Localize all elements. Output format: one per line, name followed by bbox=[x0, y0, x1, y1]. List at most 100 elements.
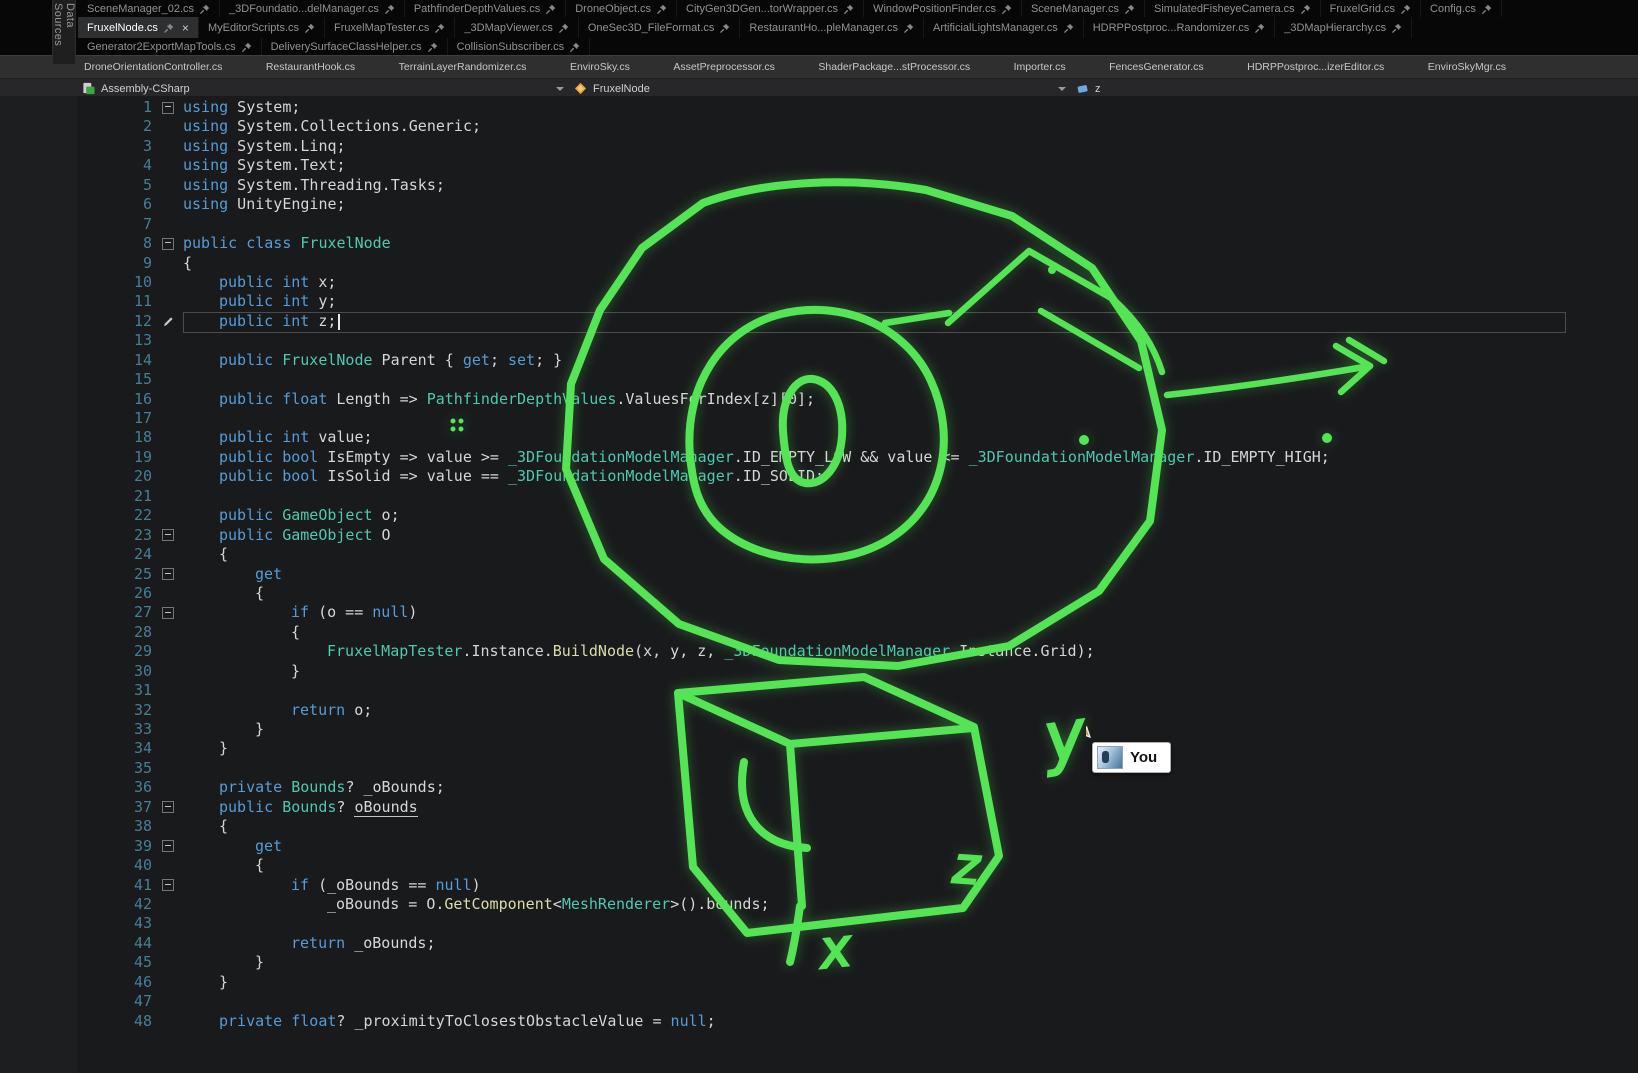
fold-gutter[interactable] bbox=[152, 234, 183, 253]
code-line[interactable]: 39get bbox=[78, 837, 1638, 856]
code-area[interactable]: 1using System;2using System.Collections.… bbox=[78, 98, 1638, 1031]
collapse-box-icon[interactable] bbox=[162, 840, 174, 852]
code-line[interactable]: 25get bbox=[78, 565, 1638, 584]
code-line[interactable]: 10public int x; bbox=[78, 273, 1638, 292]
code-line[interactable]: 48private float? _proximityToClosestObst… bbox=[78, 1012, 1638, 1031]
fold-gutter[interactable] bbox=[152, 526, 183, 545]
code-line[interactable]: 4using System.Text; bbox=[78, 156, 1638, 175]
code-line[interactable]: 3using System.Linq; bbox=[78, 137, 1638, 156]
code-line[interactable]: 1using System; bbox=[78, 98, 1638, 117]
code-line[interactable]: 42_oBounds = O.GetComponent<MeshRenderer… bbox=[78, 895, 1638, 914]
pin-icon[interactable] bbox=[1392, 23, 1402, 33]
pin-icon[interactable] bbox=[844, 4, 854, 14]
code-line[interactable]: 30} bbox=[78, 662, 1638, 681]
pin-icon[interactable] bbox=[1064, 23, 1074, 33]
collapse-box-icon[interactable] bbox=[162, 801, 174, 813]
tab-3dmaphierarchy-cs[interactable]: _3DMapHierarchy.cs bbox=[1275, 17, 1412, 38]
code-line[interactable]: 14public FruxelNode Parent { get; set; } bbox=[78, 351, 1638, 370]
pin-icon[interactable] bbox=[1125, 4, 1135, 14]
code-editor[interactable]: 1using System;2using System.Collections.… bbox=[0, 96, 1638, 1073]
code-line[interactable]: 23public GameObject O bbox=[78, 526, 1638, 545]
code-line[interactable]: 12public int z; bbox=[78, 312, 1638, 331]
code-line[interactable]: 40{ bbox=[78, 856, 1638, 875]
collapse-box-icon[interactable] bbox=[162, 529, 174, 541]
code-line[interactable]: 43 bbox=[78, 914, 1638, 933]
tab-fruxelnode-cs[interactable]: FruxelNode.cs× bbox=[78, 17, 199, 38]
fold-gutter[interactable] bbox=[152, 603, 183, 622]
pin-icon[interactable] bbox=[1401, 4, 1411, 14]
pin-icon[interactable] bbox=[164, 23, 174, 33]
pin-icon[interactable] bbox=[242, 42, 252, 52]
collapse-box-icon[interactable] bbox=[162, 238, 174, 250]
code-line[interactable]: 41if (_oBounds == null) bbox=[78, 876, 1638, 895]
collapse-box-icon[interactable] bbox=[162, 879, 174, 891]
tab-droneobject-cs[interactable]: DroneObject.cs bbox=[566, 0, 677, 17]
code-line[interactable]: 20public bool IsSolid => value == _3DFou… bbox=[78, 467, 1638, 486]
tab-generator2exportmaptools-cs[interactable]: Generator2ExportMapTools.cs bbox=[78, 38, 262, 55]
code-line[interactable]: 24{ bbox=[78, 545, 1638, 564]
code-line[interactable]: 35 bbox=[78, 759, 1638, 778]
code-line[interactable]: 15 bbox=[78, 370, 1638, 389]
code-line[interactable]: 46} bbox=[78, 973, 1638, 992]
pin-icon[interactable] bbox=[1482, 4, 1492, 14]
data-sources-panel-tab[interactable]: Data Sources bbox=[52, 0, 76, 65]
tab-windowpositionfinder-cs[interactable]: WindowPositionFinder.cs bbox=[864, 0, 1022, 17]
tab-3dfoundatio-delmanager-cs[interactable]: _3DFoundatio...delManager.cs bbox=[220, 0, 405, 17]
tab-config-cs[interactable]: Config.cs bbox=[1421, 0, 1502, 17]
code-line[interactable]: 28{ bbox=[78, 623, 1638, 642]
collapse-box-icon[interactable] bbox=[162, 568, 174, 580]
code-line[interactable]: 21 bbox=[78, 487, 1638, 506]
tab-myeditorscripts-cs[interactable]: MyEditorScripts.cs bbox=[199, 17, 325, 38]
fold-gutter[interactable] bbox=[152, 837, 183, 856]
toolbar-tab-importer-cs[interactable]: Importer.cs bbox=[1014, 61, 1066, 73]
tab-artificiallightsmanager-cs[interactable]: ArtificialLightsManager.cs bbox=[924, 17, 1084, 38]
pin-icon[interactable] bbox=[546, 4, 556, 14]
code-line[interactable]: 2using System.Collections.Generic; bbox=[78, 117, 1638, 136]
code-line[interactable]: 45} bbox=[78, 953, 1638, 972]
pin-icon[interactable] bbox=[200, 4, 210, 14]
tab-simulatedfisheyecamera-cs[interactable]: SimulatedFisheyeCamera.cs bbox=[1145, 0, 1321, 17]
code-line[interactable]: 26{ bbox=[78, 584, 1638, 603]
pin-icon[interactable] bbox=[305, 23, 315, 33]
toolbar-tab-enviroskymgr-cs[interactable]: EnviroSkyMgr.cs bbox=[1428, 61, 1506, 73]
code-line[interactable]: 11public int y; bbox=[78, 292, 1638, 311]
tab-3dmapviewer-cs[interactable]: _3DMapViewer.cs bbox=[455, 17, 578, 38]
toolbar-tab-shaderpackage-stprocessor-cs[interactable]: ShaderPackage...stProcessor.cs bbox=[818, 61, 970, 73]
pin-icon[interactable] bbox=[428, 42, 438, 52]
code-line[interactable]: 27if (o == null) bbox=[78, 603, 1638, 622]
tab-onesec3d-fileformat-cs[interactable]: OneSec3D_FileFormat.cs bbox=[579, 17, 741, 38]
code-line[interactable]: 47 bbox=[78, 992, 1638, 1011]
tab-citygen3dgen-torwrapper-cs[interactable]: CityGen3DGen...torWrapper.cs bbox=[677, 0, 864, 17]
pin-icon[interactable] bbox=[1002, 4, 1012, 14]
fold-gutter[interactable] bbox=[152, 876, 183, 895]
toolbar-tab-hdrppostproc-izereditor-cs[interactable]: HDRPPostproc...izerEditor.cs bbox=[1247, 61, 1384, 73]
pin-icon[interactable] bbox=[385, 4, 395, 14]
pin-icon[interactable] bbox=[1255, 23, 1265, 33]
pin-icon[interactable] bbox=[559, 23, 569, 33]
toolbar-tab-restauranthook-cs[interactable]: RestaurantHook.cs bbox=[266, 61, 355, 73]
code-line[interactable]: 17 bbox=[78, 409, 1638, 428]
toolbar-tab-envirosky-cs[interactable]: EnviroSky.cs bbox=[570, 61, 630, 73]
toolbar-tab-assetpreprocessor-cs[interactable]: AssetPreprocessor.cs bbox=[673, 61, 775, 73]
tab-hdrppostproc-randomizer-cs[interactable]: HDRPPostproc...Randomizer.cs bbox=[1084, 17, 1276, 38]
code-line[interactable]: 18public int value; bbox=[78, 428, 1638, 447]
toolbar-tab-fencesgenerator-cs[interactable]: FencesGenerator.cs bbox=[1109, 61, 1204, 73]
tab-collisionsubscriber-cs[interactable]: CollisionSubscriber.cs bbox=[448, 38, 591, 55]
tab-fruxelgrid-cs[interactable]: FruxelGrid.cs bbox=[1321, 0, 1421, 17]
tab-scenemanager-cs[interactable]: SceneManager.cs bbox=[1022, 0, 1145, 17]
toolbar-tab-droneorientationcontroller-cs[interactable]: DroneOrientationController.cs bbox=[84, 61, 222, 73]
pin-icon[interactable] bbox=[657, 4, 667, 14]
fold-gutter[interactable] bbox=[152, 98, 183, 117]
pin-icon[interactable] bbox=[720, 23, 730, 33]
code-line[interactable]: 8public class FruxelNode bbox=[78, 234, 1638, 253]
collapse-box-icon[interactable] bbox=[162, 607, 174, 619]
tab-pathfinderdepthvalues-cs[interactable]: PathfinderDepthValues.cs bbox=[405, 0, 566, 17]
code-line[interactable]: 19public bool IsEmpty => value >= _3DFou… bbox=[78, 448, 1638, 467]
code-line[interactable]: 7 bbox=[78, 215, 1638, 234]
code-line[interactable]: 44return _oBounds; bbox=[78, 934, 1638, 953]
pin-icon[interactable] bbox=[435, 23, 445, 33]
code-line[interactable]: 5using System.Threading.Tasks; bbox=[78, 176, 1638, 195]
code-line[interactable]: 29FruxelMapTester.Instance.BuildNode(x, … bbox=[78, 642, 1638, 661]
tab-scenemanager-02-cs[interactable]: SceneManager_02.cs bbox=[78, 0, 220, 17]
collapse-box-icon[interactable] bbox=[162, 102, 174, 114]
